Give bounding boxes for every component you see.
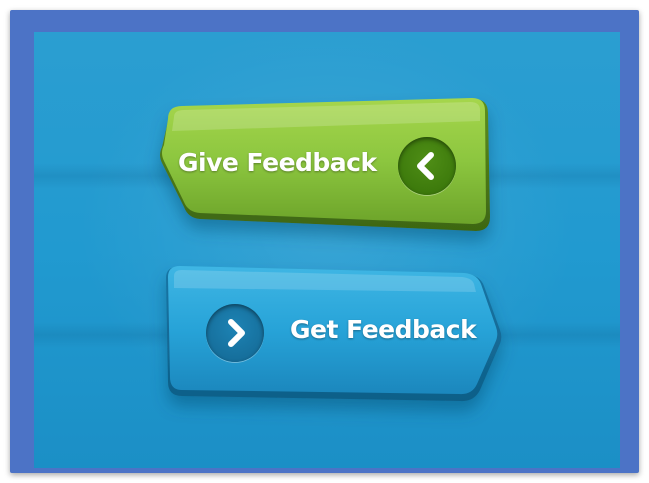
chevron-right-icon bbox=[206, 304, 264, 362]
get-feedback-label: Get Feedback bbox=[290, 315, 477, 344]
get-feedback-button[interactable]: Get Feedback bbox=[162, 264, 502, 404]
chevron-left-icon bbox=[398, 137, 456, 195]
give-feedback-label: Give Feedback bbox=[178, 148, 377, 177]
button-showcase-panel: Give Feedback Get Feedback bbox=[34, 32, 620, 468]
give-feedback-button[interactable]: Give Feedback bbox=[154, 97, 494, 237]
